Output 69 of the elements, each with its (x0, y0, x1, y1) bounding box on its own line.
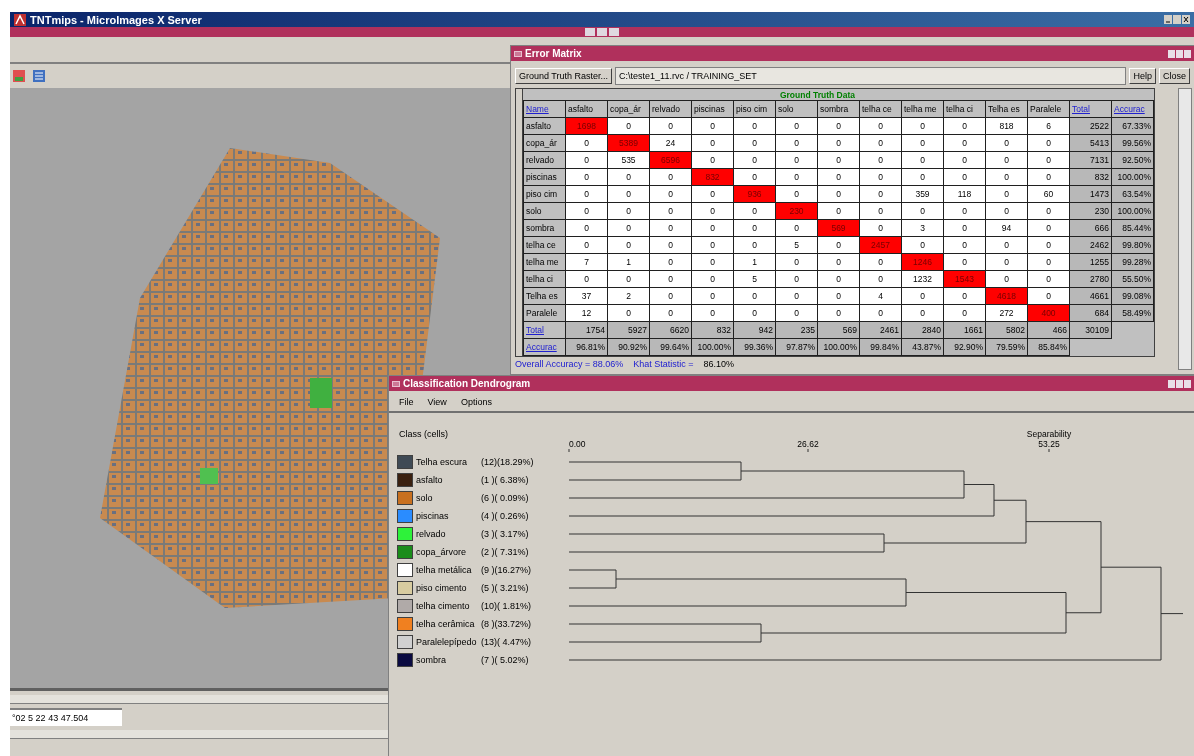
class-name: telha metálica (416, 565, 473, 575)
axis-title: Separability (1026, 429, 1072, 439)
class-name: telha cerâmica (416, 619, 476, 629)
table-icon[interactable] (32, 68, 46, 83)
column-header: copa_ár (607, 100, 650, 118)
class-name: piscinas (416, 511, 450, 521)
class-stats: (12)(18.29%) (481, 457, 534, 467)
class-stats: (10)( 1.81%) (481, 601, 532, 611)
class-stats: (1 )( 6.38%) (481, 475, 529, 485)
class-stats: (9 )(16.27%) (481, 565, 532, 575)
window-title: TNTmips - MicroImages X Server (30, 13, 202, 26)
column-header: telha me (901, 100, 944, 118)
menu-item[interactable]: Options (460, 397, 492, 407)
window-controls-icon[interactable] (1164, 14, 1190, 26)
legend-title: Class (cells) (398, 429, 449, 441)
class-name: piso cimento (416, 583, 468, 593)
raster-button[interactable]: Ground Truth Raster... (515, 68, 613, 84)
class-name: relvado (416, 529, 447, 539)
column-header[interactable]: Accurac (1111, 100, 1154, 118)
column-header: relvado (649, 100, 692, 118)
class-name: solo (416, 493, 434, 503)
class-name: Telha escura (416, 457, 469, 467)
class-name: copa_árvore (416, 547, 468, 557)
window-controls-icon[interactable] (1168, 48, 1191, 59)
class-name: sombra (416, 655, 447, 665)
class-stats: (13)( 4.47%) (481, 637, 532, 647)
window-controls-icon[interactable] (1168, 378, 1191, 389)
column-header[interactable]: Name (523, 100, 566, 118)
column-header: asfalto (565, 100, 608, 118)
menu-item[interactable]: View (427, 397, 447, 407)
path-field[interactable]: C:\teste1_11.rvc / TRAINING_SET (615, 67, 1127, 85)
window-menu-icon[interactable] (514, 49, 522, 58)
axis-tick-label: 26.62 (797, 439, 819, 449)
column-header[interactable]: Total (1069, 100, 1112, 118)
layers-icon[interactable] (12, 68, 26, 83)
column-header: telha ce (859, 100, 902, 118)
scrollbar[interactable] (1178, 88, 1192, 370)
axis-tick-label: 53.25 (1038, 439, 1060, 449)
column-header: sombra (817, 100, 860, 118)
class-stats: (2 )( 7.31%) (481, 547, 529, 557)
window-controls-icon[interactable] (585, 28, 619, 37)
class-name: asfalto (416, 475, 444, 485)
coordinate-field: °02 5 22 43 47.504 (10, 707, 122, 726)
class-stats: (7 )( 5.02%) (481, 655, 529, 665)
column-header: piscinas (691, 100, 734, 118)
dialog-button[interactable]: Close (1159, 68, 1190, 84)
class-stats: (5 )( 3.21%) (481, 583, 529, 593)
class-name: telha cimento (416, 601, 471, 611)
class-name: Paralelepípedo (416, 637, 478, 647)
dialog-button[interactable]: Help (1129, 68, 1156, 84)
column-header: piso cim (733, 100, 776, 118)
khat-statistic-link[interactable]: Khat Statistic = (633, 359, 694, 369)
menu-item[interactable]: File (399, 397, 414, 407)
column-header: Telha es (985, 100, 1028, 118)
class-stats: (6 )( 0.09%) (481, 493, 529, 503)
column-header: solo (775, 100, 818, 118)
column-header: telha ci (943, 100, 986, 118)
khat-value: 86.10% (703, 359, 735, 369)
window-title: Classification Dendrogram (403, 378, 531, 389)
group-header: Ground Truth Data (565, 89, 1070, 101)
window-menu-icon[interactable] (392, 379, 400, 388)
class-stats: (8 )(33.72%) (481, 619, 532, 629)
axis-tick-label: 0.00 (569, 439, 586, 449)
window-title: Error Matrix (525, 48, 582, 59)
class-stats: (4 )( 0.26%) (481, 511, 529, 521)
app-logo-icon (14, 13, 26, 26)
class-stats: (3 )( 3.17%) (481, 529, 529, 539)
column-header: Paralele (1027, 100, 1070, 118)
overall-accuracy-link[interactable]: Overall Accuracy = 88.06% (515, 359, 624, 369)
